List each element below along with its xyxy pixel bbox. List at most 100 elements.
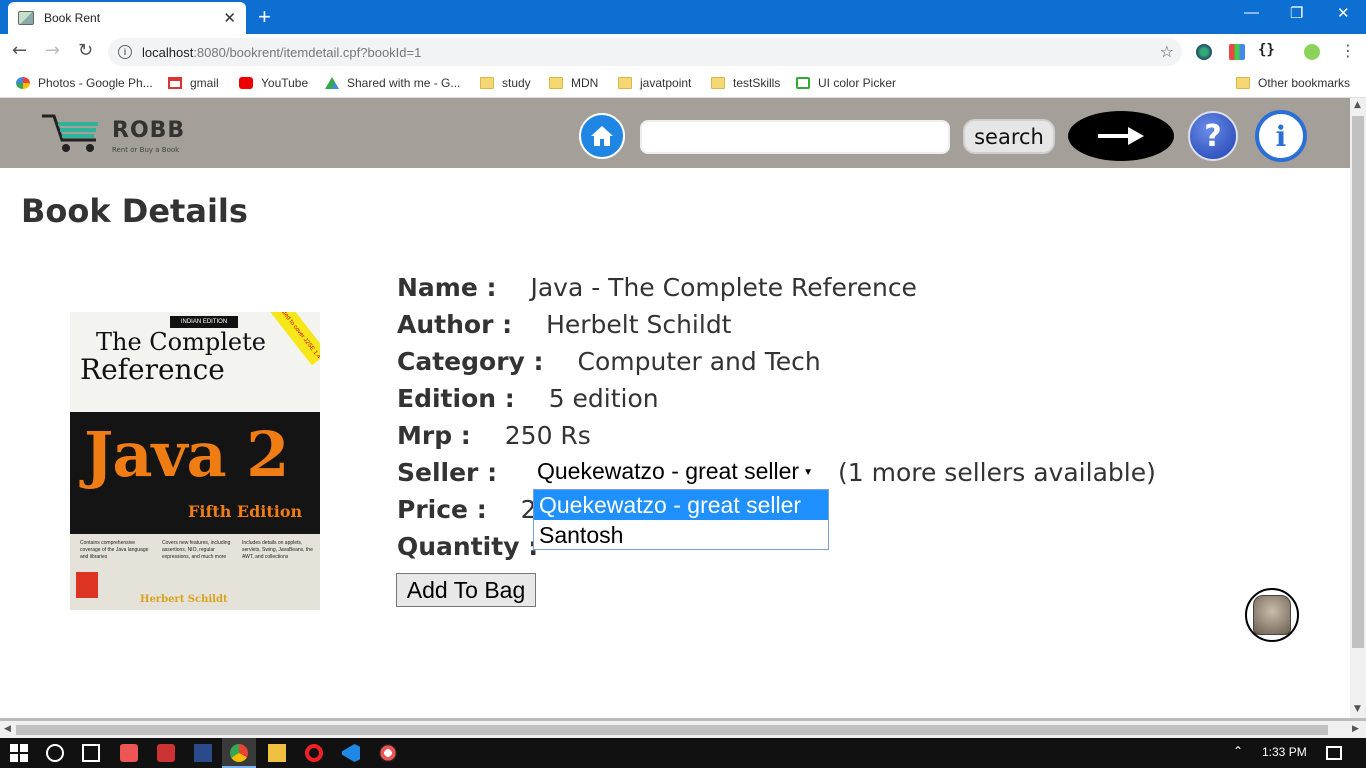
folder-icon	[711, 77, 725, 89]
seller-option[interactable]: Quekewatzo - great seller	[534, 490, 828, 520]
logo-text: ROBB	[112, 118, 186, 143]
extension-globe-icon[interactable]	[1196, 44, 1212, 60]
author-label: Author :	[397, 310, 513, 339]
bookmark-gmail[interactable]: gmail	[168, 76, 219, 90]
bookmark-drive[interactable]: Shared with me - G...	[325, 76, 460, 90]
bookmark-youtube[interactable]: YouTube	[239, 76, 308, 90]
edition-label: Edition :	[397, 384, 515, 413]
publisher-logo	[76, 572, 98, 598]
cortana-search-icon[interactable]	[46, 744, 64, 762]
notifications-icon[interactable]	[1326, 746, 1342, 760]
bookmark-javatpoint[interactable]: javatpoint	[618, 76, 691, 90]
paint-icon[interactable]	[379, 744, 397, 762]
add-to-bag-button[interactable]: Add To Bag	[396, 573, 536, 607]
task-view-icon[interactable]	[82, 744, 100, 762]
google-drive-icon	[325, 77, 339, 89]
site-header: ROBB Rent or Buy a Book search ? i	[0, 98, 1350, 168]
folder-icon	[618, 77, 632, 89]
menu-kebab-icon[interactable]: ⋮	[1340, 41, 1356, 60]
home-button[interactable]	[579, 113, 625, 159]
horizontal-scrollbar[interactable]: ◀ ▶	[0, 718, 1366, 738]
quantity-label: Quantity :	[397, 532, 539, 561]
vscode-icon[interactable]	[342, 744, 360, 762]
robb-logo[interactable]: ROBB Rent or Buy a Book	[40, 112, 190, 158]
browser-tab-strip: Book Rent ✕ + — ❐ ✕	[0, 0, 1366, 34]
bag-button[interactable]	[1245, 588, 1299, 642]
reload-icon[interactable]: ↻	[78, 40, 93, 61]
scroll-left-icon[interactable]: ◀	[4, 724, 11, 734]
cover-features: Contains comprehensive coverage of the J…	[70, 534, 320, 610]
author-value: Herbelt Schildt	[546, 310, 732, 339]
bookmark-mdn[interactable]: MDN	[549, 76, 598, 90]
edition-value: 5 edition	[548, 384, 659, 413]
chrome-icon[interactable]	[230, 744, 248, 762]
cover-java-title: Java 2	[84, 418, 289, 491]
taskbar-clock[interactable]: 1:33 PM	[1262, 745, 1307, 759]
help-button[interactable]: ?	[1188, 111, 1238, 161]
extension-color-picker-icon[interactable]	[1229, 44, 1245, 60]
bookmark-star-icon[interactable]: ☆	[1160, 42, 1174, 61]
mrp-label: Mrp :	[397, 421, 471, 450]
about-info-button[interactable]: i	[1255, 110, 1307, 162]
seller-select[interactable]: Quekewatzo - great seller ▼	[533, 458, 817, 485]
book-cover-image: INDIAN EDITION Updated to cover J2SE 1.4…	[70, 312, 320, 610]
detail-author-row: Author : Herbelt Schildt	[397, 310, 732, 339]
minimize-icon[interactable]: —	[1244, 4, 1259, 21]
folder-icon	[480, 77, 494, 89]
tab-title: Book Rent	[44, 11, 101, 25]
seller-label: Seller :	[397, 458, 498, 487]
detail-quantity-row: Quantity :	[397, 532, 538, 561]
go-arrow-button[interactable]	[1068, 111, 1174, 161]
home-icon	[591, 126, 613, 146]
restore-icon[interactable]: ❐	[1290, 4, 1303, 22]
vertical-scroll-thumb[interactable]	[1352, 116, 1364, 648]
tray-chevron-icon[interactable]: ⌃	[1233, 744, 1243, 758]
app-icon[interactable]	[157, 744, 175, 762]
scroll-up-icon[interactable]: ▲	[1354, 100, 1361, 110]
seller-option[interactable]: Santosh	[534, 520, 828, 550]
tab-close-icon[interactable]: ✕	[223, 9, 236, 27]
dropdown-caret-icon: ▼	[803, 467, 813, 479]
extension-json-icon[interactable]: {}	[1258, 42, 1280, 58]
bookmark-testskills[interactable]: testSkills	[711, 76, 780, 90]
new-tab-button[interactable]: +	[258, 4, 271, 30]
gmail-icon	[168, 77, 182, 89]
page-title: Book Details	[21, 192, 248, 230]
shopping-cart-icon	[42, 114, 98, 152]
powershell-icon[interactable]	[194, 744, 212, 762]
horizontal-scroll-thumb[interactable]	[16, 725, 1328, 735]
search-input[interactable]	[640, 120, 950, 154]
windows-start-icon[interactable]	[10, 744, 28, 762]
cover-edition: Fifth Edition	[188, 502, 303, 521]
detail-category-row: Category : Computer and Tech	[397, 347, 821, 376]
bookmark-study[interactable]: study	[480, 76, 531, 90]
folder-icon	[1236, 77, 1250, 89]
bookmark-photos[interactable]: Photos - Google Ph...	[16, 76, 153, 90]
opera-icon[interactable]	[305, 744, 323, 762]
folder-icon	[549, 77, 563, 89]
file-explorer-icon[interactable]	[268, 744, 286, 762]
detail-mrp-row: Mrp : 250 Rs	[397, 421, 591, 450]
color-picker-icon	[796, 77, 810, 89]
address-bar[interactable]: i localhost:8080/bookrent/itemdetail.cpf…	[108, 38, 1182, 66]
vertical-scrollbar[interactable]: ▲ ▼	[1350, 98, 1366, 718]
site-info-icon[interactable]: i	[118, 45, 132, 59]
cover-title: The Complete Reference	[80, 328, 266, 386]
question-mark-icon: ?	[1204, 118, 1222, 154]
scroll-right-icon[interactable]: ▶	[1352, 724, 1359, 734]
profile-avatar[interactable]	[1304, 44, 1320, 60]
app-icon[interactable]	[120, 744, 138, 762]
detail-name-row: Name : Java - The Complete Reference	[397, 273, 917, 302]
bookmark-other[interactable]: Other bookmarks	[1236, 76, 1350, 90]
back-icon[interactable]: ←	[12, 40, 27, 61]
scroll-down-icon[interactable]: ▼	[1354, 704, 1361, 714]
right-arrow-icon	[1098, 127, 1144, 145]
forward-icon[interactable]: →	[45, 40, 60, 61]
browser-tab[interactable]: Book Rent ✕	[8, 2, 246, 34]
category-value: Computer and Tech	[577, 347, 821, 376]
name-value: Java - The Complete Reference	[530, 273, 917, 302]
name-label: Name :	[397, 273, 497, 302]
bookmark-ui-color-picker[interactable]: UI color Picker	[796, 76, 896, 90]
search-button[interactable]: search	[963, 119, 1055, 154]
window-close-icon[interactable]: ✕	[1337, 4, 1350, 22]
